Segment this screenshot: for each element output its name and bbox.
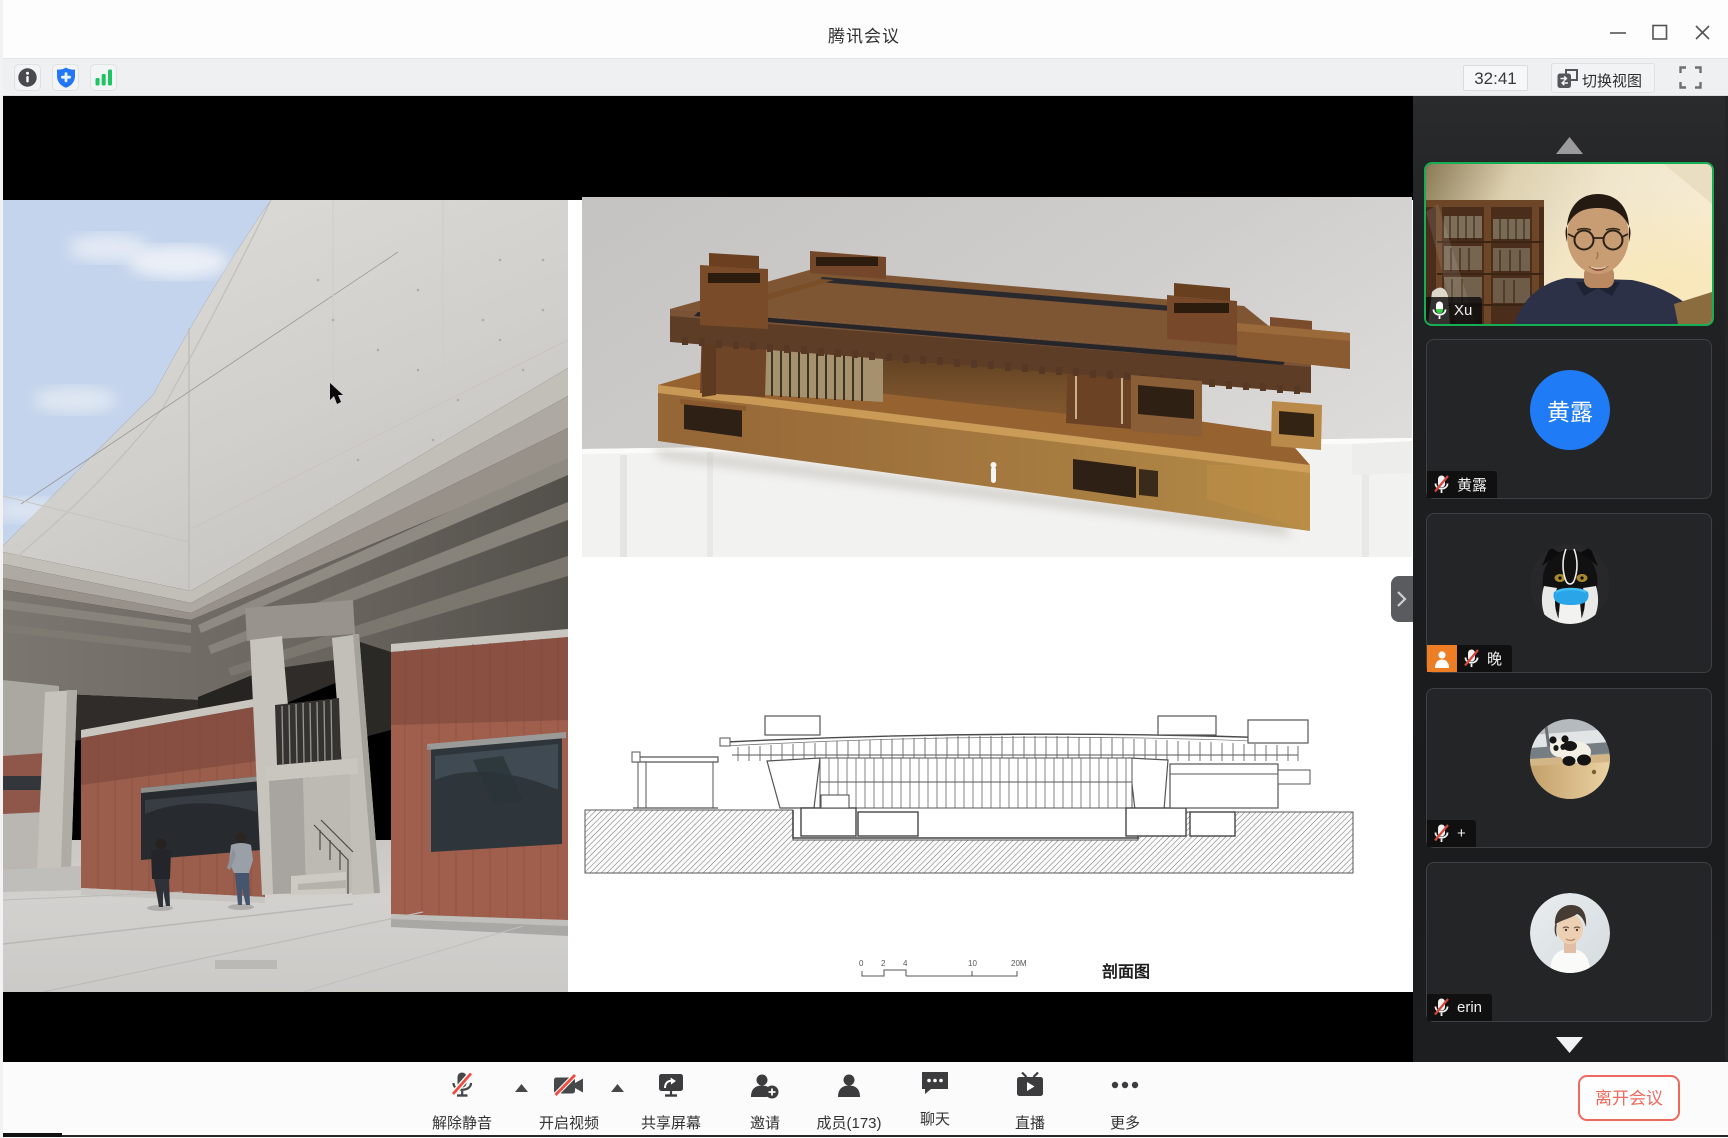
svg-text:4: 4 <box>903 959 908 968</box>
svg-text:20M: 20M <box>1011 959 1027 968</box>
svg-text:10: 10 <box>968 959 977 968</box>
svg-text:剖面图: 剖面图 <box>1102 962 1150 981</box>
svg-text:2: 2 <box>881 959 886 968</box>
svg-text:0: 0 <box>859 959 864 968</box>
